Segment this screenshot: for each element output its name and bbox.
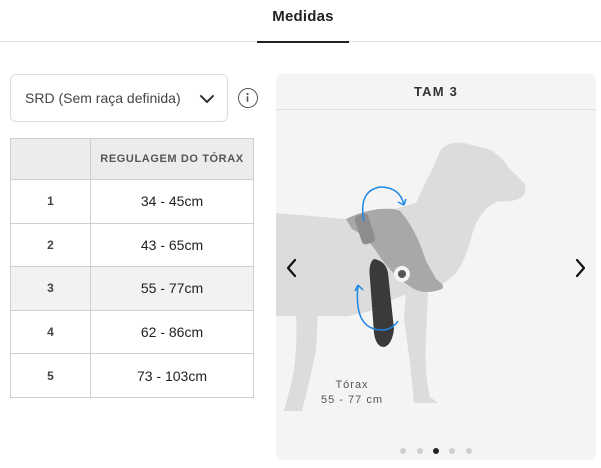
info-icon [246,92,249,102]
carousel-dot[interactable] [449,448,456,454]
size-carousel: TAM 3 Tórax 55 - 77 cm [276,74,596,460]
chest-range-cell: 55 - 77cm [90,266,254,311]
size-column-header [10,138,91,180]
size-cell: 3 [10,266,91,311]
chevron-down-icon [200,95,214,103]
chest-range-cell: 62 - 86cm [90,309,254,355]
dog-harness-illustration: Tórax 55 - 77 cm [276,111,596,451]
dog-illustration-svg: Tórax 55 - 77 cm [276,142,526,411]
chest-range-cell: 34 - 45cm [90,179,254,224]
chest-range-cell: 73 - 103cm [90,353,254,398]
tab-bar: Medidas [0,0,601,43]
carousel-title: TAM 3 [413,84,459,99]
table-row-highlighted: 3 55 - 77cm [10,266,254,311]
carousel-dot[interactable] [465,448,472,454]
carousel-next-button[interactable] [570,256,590,280]
table-row: 5 73 - 103cm [10,353,254,398]
chest-caption-value: 55 - 77 cm [321,394,383,406]
chest-range-cell: 43 - 65cm [90,222,254,268]
active-tab-indicator [257,41,349,43]
carousel-prev-button[interactable] [282,256,302,280]
breed-select-value: SRD (Sem raça definida) [25,90,181,106]
carousel-dot[interactable] [400,448,407,454]
size-cell: 1 [10,179,91,224]
size-cell: 5 [10,353,91,398]
chest-caption-label: Tórax [335,379,368,391]
info-button[interactable] [238,88,258,108]
size-cell: 2 [10,222,91,268]
tab-medidas-label: Medidas [272,8,334,25]
table-row: 4 62 - 86cm [10,309,254,355]
carousel-dots [276,441,596,459]
size-table-header: REGULAGEM DO TÓRAX [10,138,254,180]
breed-select[interactable]: SRD (Sem raça definida) [10,74,228,122]
table-row: 1 34 - 45cm [10,179,254,224]
size-cell: 4 [10,309,91,355]
chest-range-column-header: REGULAGEM DO TÓRAX [90,138,254,180]
tab-medidas[interactable]: Medidas [257,0,349,43]
table-row: 2 43 - 65cm [10,222,254,268]
carousel-dot[interactable] [416,448,423,454]
size-table: REGULAGEM DO TÓRAX 1 34 - 45cm 2 43 - 65… [10,138,254,398]
carousel-dot-active[interactable] [433,448,439,454]
carousel-header: TAM 3 [276,74,596,110]
